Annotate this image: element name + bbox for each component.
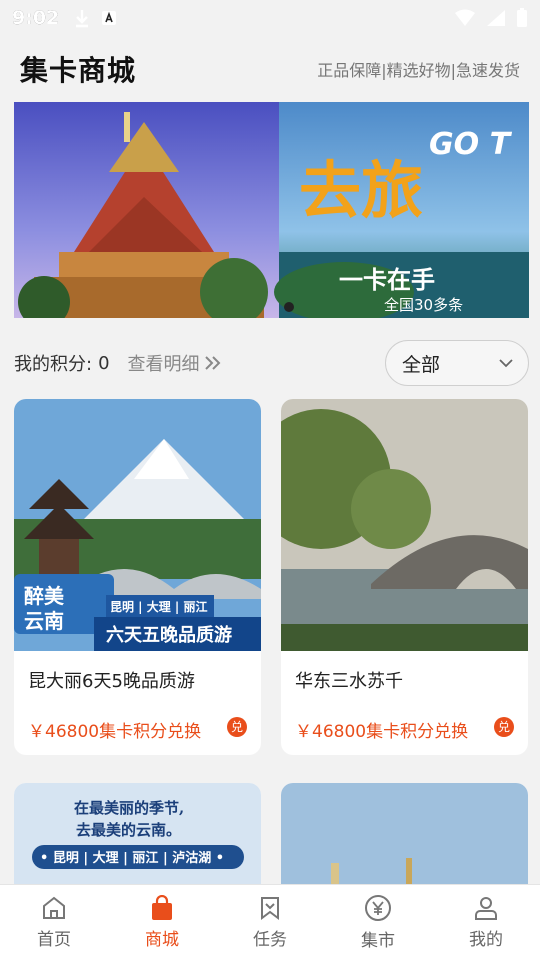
product-image: 醉美 云南 昆明 | 大理 | 丽江 六天五晚品质游 [14,399,261,651]
tab-mall[interactable]: 商城 [108,885,216,960]
user-icon [475,897,497,920]
yen-coin-icon [365,895,391,921]
wifi-icon [455,9,475,26]
product-name: 华东三水苏千 [295,671,403,692]
tab-market[interactable]: 集市 [324,885,432,960]
product-card[interactable]: 醉美 云南 昆明 | 大理 | 丽江 六天五晚品质游 昆大丽6天5晚品质游 ￥4… [14,399,261,755]
view-details-label: 查看明细 [127,354,200,375]
product-card[interactable]: 华东三水苏千 ￥46800集卡积分兑换 兑 [281,399,528,755]
download-icon [76,10,89,28]
points-label: 我的积分: [14,354,93,375]
signal-icon [487,10,505,26]
svg-text:去最美的云南。: 去最美的云南。 [76,821,181,839]
status-bar: 9:02 [0,0,540,36]
redeem-badge[interactable]: 兑 [494,717,514,737]
svg-text:一卡在手: 一卡在手 [339,266,435,294]
carousel-dots [284,302,294,312]
banner-image: 去旅 GO T 一卡在手 全国30多条 [14,102,529,318]
carousel-dot-active[interactable] [284,302,294,312]
shopping-bag-icon [152,895,172,920]
svg-text:• 昆明 | 大理 | 丽江 | 泸沽湖 •: • 昆明 | 大理 | 丽江 | 泸沽湖 • [40,850,224,866]
svg-text:全国30多条: 全国30多条 [384,296,463,314]
category-filter-value: 全部 [402,353,441,376]
battery-icon [517,8,527,27]
status-time: 9:02 [12,7,60,29]
svg-text:去旅: 去旅 [299,154,423,227]
product-price: ￥46800集卡积分兑换 [295,722,469,742]
tab-mine[interactable]: 我的 [432,885,540,960]
page-title: 集卡商城 [20,54,137,87]
tab-label: 集市 [361,931,395,951]
svg-text:在最美丽的季节,: 在最美丽的季节, [74,799,184,817]
svg-text:昆明 | 大理 | 丽江: 昆明 | 大理 | 丽江 [110,599,207,614]
tab-tasks[interactable]: 任务 [216,885,324,960]
double-chevron-right-icon [204,356,220,370]
home-icon [43,896,65,919]
product-price: ￥46800集卡积分兑换 [28,722,202,742]
view-details-link[interactable]: 查看明细 [128,350,222,376]
bookmark-icon [261,897,279,920]
bottom-tab-bar: 首页 商城 任务 集市 我的 [0,884,540,960]
tab-label: 我的 [469,930,503,950]
tab-label: 首页 [37,930,71,950]
svg-text:六天五晚品质游: 六天五晚品质游 [106,624,232,646]
redeem-badge[interactable]: 兑 [227,717,247,737]
tab-label: 任务 [253,930,287,950]
tab-home[interactable]: 首页 [0,885,108,960]
svg-text:GO T: GO T [429,127,513,162]
product-name: 昆大丽6天5晚品质游 [28,671,195,692]
header-slogan: 正品保障|精选好物|急速发货 [317,61,520,80]
tab-label: 商城 [145,930,179,950]
chevron-down-icon [499,359,513,368]
category-filter-select[interactable]: 全部 [385,340,529,386]
svg-text:醉美: 醉美 [24,584,65,608]
points-value: 0 [98,352,110,374]
banner-carousel[interactable]: 去旅 GO T 一卡在手 全国30多条 [14,102,529,318]
points-row: 我的积分: 0 查看明细 全部 [14,340,529,386]
app-a-icon [102,11,117,25]
svg-text:云南: 云南 [24,609,64,633]
header: 集卡商城 正品保障|精选好物|急速发货 [0,40,540,98]
product-image [281,399,528,651]
